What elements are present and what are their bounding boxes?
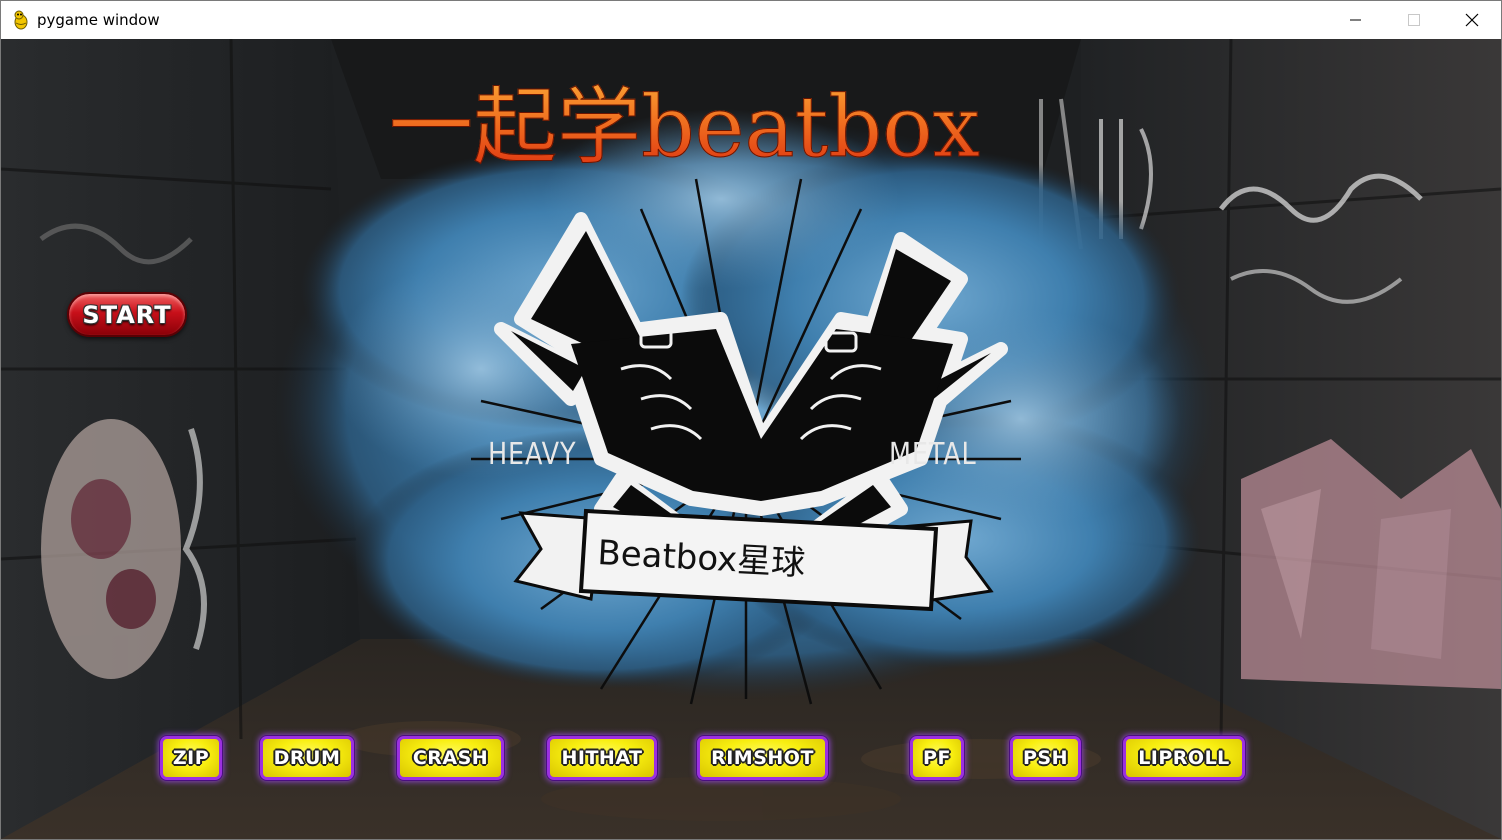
zip-button[interactable]: ZIP	[160, 736, 222, 780]
liproll-button[interactable]: LIPROLL	[1123, 736, 1245, 780]
logo-heavy-text: HEAVY	[488, 437, 577, 472]
close-button[interactable]	[1443, 1, 1501, 39]
drum-button[interactable]: DRUM	[260, 736, 354, 780]
psh-button-label: PSH	[1022, 747, 1068, 769]
liproll-button-label: LIPROLL	[1138, 747, 1230, 769]
maximize-button[interactable]	[1385, 1, 1443, 39]
hithat-button-label: HITHAT	[561, 747, 643, 769]
start-button[interactable]: START	[67, 292, 187, 337]
rimshot-button-label: RIMSHOT	[711, 747, 814, 769]
rimshot-button[interactable]: RIMSHOT	[697, 736, 828, 780]
game-canvas: 一起学beatbox START HEAVY METAL Beatbox星球 Z…	[1, 39, 1501, 839]
pygame-window: pygame window 一起学beatbox START HEAVY MET…	[0, 0, 1502, 840]
crash-button[interactable]: CRASH	[397, 736, 504, 780]
logo-metal-text: METAL	[889, 437, 977, 472]
game-title: 一起学beatbox	[389, 67, 1049, 187]
pygame-snake-icon	[14, 10, 28, 30]
crash-button-label: CRASH	[412, 747, 489, 769]
drum-button-label: DRUM	[273, 747, 341, 769]
title-bar[interactable]: pygame window	[1, 1, 1501, 39]
close-icon	[1465, 13, 1479, 27]
hithat-button[interactable]: HITHAT	[547, 736, 657, 780]
window-title: pygame window	[37, 11, 160, 29]
minimize-icon	[1350, 19, 1361, 21]
maximize-icon	[1408, 14, 1420, 26]
start-button-label: START	[82, 300, 172, 329]
zip-button-label: ZIP	[172, 747, 210, 769]
psh-button[interactable]: PSH	[1010, 736, 1081, 780]
pf-button-label: PF	[923, 747, 951, 769]
pf-button[interactable]: PF	[910, 736, 964, 780]
minimize-button[interactable]	[1327, 1, 1385, 39]
